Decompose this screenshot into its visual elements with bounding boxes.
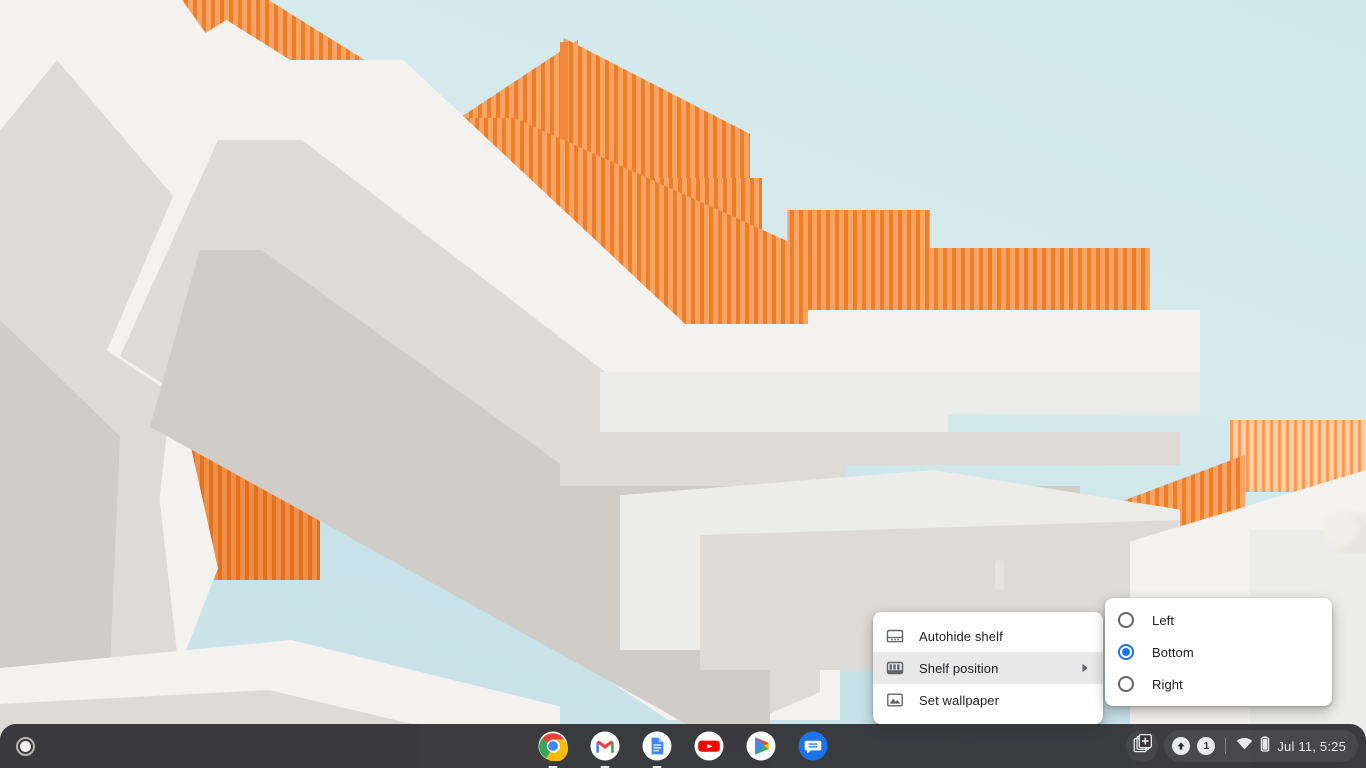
shelf-app-messages[interactable] bbox=[798, 731, 828, 761]
launcher-icon-dot bbox=[19, 740, 31, 752]
shelf-position-icon bbox=[885, 658, 905, 678]
update-available-icon[interactable] bbox=[1172, 737, 1191, 755]
submenu-option-bottom[interactable]: Bottom bbox=[1105, 636, 1332, 668]
shelf-app-chrome[interactable] bbox=[538, 731, 568, 768]
menu-item-set-wallpaper[interactable]: Set wallpaper bbox=[873, 684, 1103, 716]
autohide-shelf-icon bbox=[885, 626, 905, 646]
shelf-app-play-store[interactable] bbox=[746, 731, 776, 761]
status-area: 1 Jul 11, 5:25 bbox=[1126, 727, 1358, 765]
notification-count-badge[interactable]: 1 bbox=[1197, 737, 1216, 755]
chromeos-desktop: Autohide shelf Shelf position Set wallpa… bbox=[0, 0, 1366, 768]
launcher-icon bbox=[15, 736, 35, 756]
clock[interactable]: Jul 11, 5:25 bbox=[1277, 739, 1346, 754]
menu-item-shelf-position[interactable]: Shelf position bbox=[873, 652, 1103, 684]
radio-left-icon[interactable] bbox=[1118, 612, 1134, 628]
radio-right-icon[interactable] bbox=[1118, 676, 1134, 692]
status-tray[interactable]: 1 Jul 11, 5:25 bbox=[1164, 730, 1358, 762]
desktop-context-menu[interactable]: Autohide shelf Shelf position Set wallpa… bbox=[873, 612, 1103, 724]
shelf: 1 Jul 11, 5:25 bbox=[0, 724, 1366, 768]
shelf-app-gmail[interactable] bbox=[590, 731, 620, 768]
menu-item-set-wallpaper-label: Set wallpaper bbox=[919, 692, 1000, 708]
submenu-option-bottom-label: Bottom bbox=[1152, 644, 1194, 660]
shelf-app-docs[interactable] bbox=[642, 731, 672, 768]
ceiling-light bbox=[995, 560, 1004, 590]
battery-icon[interactable] bbox=[1260, 735, 1270, 757]
plant-foliage bbox=[1322, 505, 1366, 553]
submenu-option-left[interactable]: Left bbox=[1105, 604, 1332, 636]
launcher-button[interactable] bbox=[5, 726, 45, 766]
radio-bottom-icon[interactable] bbox=[1118, 644, 1134, 660]
menu-item-autohide-shelf-label: Autohide shelf bbox=[919, 628, 1003, 644]
submenu-option-left-label: Left bbox=[1152, 612, 1175, 628]
tray-divider bbox=[1225, 738, 1227, 754]
chevron-right-icon bbox=[1079, 662, 1089, 674]
phone-hub-button[interactable] bbox=[1126, 730, 1159, 762]
submenu-option-right-label: Right bbox=[1152, 676, 1183, 692]
railing-gable-post bbox=[560, 42, 568, 142]
set-wallpaper-icon bbox=[885, 690, 905, 710]
menu-item-autohide-shelf[interactable]: Autohide shelf bbox=[873, 620, 1103, 652]
submenu-option-right[interactable]: Right bbox=[1105, 668, 1332, 700]
menu-item-shelf-position-label: Shelf position bbox=[919, 660, 999, 676]
shelf-app-youtube[interactable] bbox=[694, 731, 724, 761]
shelf-position-submenu[interactable]: Left Bottom Right bbox=[1105, 598, 1332, 706]
phone-hub-icon bbox=[1133, 733, 1152, 758]
wifi-icon[interactable] bbox=[1236, 737, 1253, 756]
